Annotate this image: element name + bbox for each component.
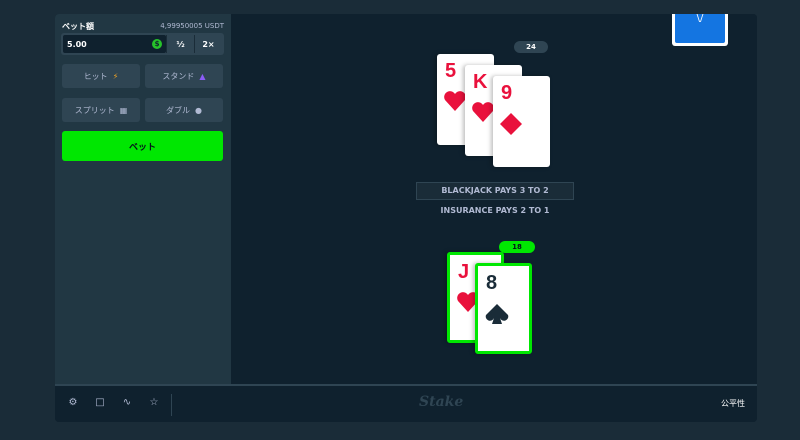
card-deck: \/: [672, 14, 728, 46]
double-down-button[interactable]: ダブル ●: [145, 98, 223, 122]
currency-icon: $: [152, 39, 162, 49]
card-rank: 8: [486, 272, 498, 294]
place-bet-button[interactable]: ベット: [62, 131, 223, 161]
card-rank: 9: [501, 82, 513, 104]
fairness-link[interactable]: 公平性: [721, 398, 745, 409]
hit-label: ヒット: [83, 71, 108, 81]
card-rank: K: [473, 71, 488, 93]
bet-amount-header: ベット額 4,99950005 USDT: [62, 20, 224, 32]
footer-divider: [171, 394, 172, 416]
bet-amount-row: 5.00 $ ½ 2×: [61, 33, 224, 55]
blackjack-payout-banner: BLACKJACK PAYS 3 TO 2: [416, 182, 574, 200]
split-icon: ▦: [119, 105, 128, 115]
player-card-2: 8: [475, 263, 532, 354]
double-down-label: ダブル: [166, 105, 190, 115]
heart-icon: [444, 91, 466, 111]
bet-sidebar: ベット額 4,99950005 USDT 5.00 $ ½ 2× ヒット ⚡ ス…: [55, 14, 231, 384]
spade-icon: [485, 304, 509, 324]
insurance-payout-text: INSURANCE PAYS 2 TO 1: [440, 206, 550, 215]
hit-icon: ⚡: [112, 71, 119, 81]
stats-icon[interactable]: ∿: [121, 396, 133, 410]
dealer-card-3: 9: [493, 76, 550, 167]
double-icon: ●: [195, 105, 202, 115]
stand-button[interactable]: スタンド ▲: [145, 64, 223, 88]
deck-back: \/: [675, 14, 725, 43]
game-board: \/ 5 K 9 24 BLACKJACK PAYS 3 TO 2 INSURA…: [231, 14, 757, 384]
diamond-icon: [500, 113, 522, 135]
dealer-total-badge: 24: [514, 41, 548, 53]
card-rank: 5: [445, 60, 457, 82]
footer-icon-bar: ⚙ □ ∿ ☆: [67, 396, 160, 410]
card-rank: J: [458, 261, 470, 283]
hit-button[interactable]: ヒット ⚡: [62, 64, 140, 88]
double-bet-button[interactable]: 2×: [194, 35, 222, 53]
stake-logo: Stake: [419, 394, 464, 410]
theatre-icon[interactable]: □: [94, 396, 106, 410]
star-icon[interactable]: ☆: [148, 396, 160, 410]
split-button[interactable]: スプリット ▦: [62, 98, 140, 122]
game-frame: ベット額 4,99950005 USDT 5.00 $ ½ 2× ヒット ⚡ ス…: [55, 14, 757, 422]
balance-value: 4,99950005 USDT: [160, 22, 224, 30]
split-label: スプリット: [74, 105, 115, 115]
game-footer: ⚙ □ ∿ ☆ Stake 公平性: [55, 384, 757, 422]
heart-icon: [472, 102, 494, 122]
player-total-badge: 18: [499, 241, 535, 253]
bet-amount-value: 5.00: [67, 39, 87, 49]
bet-amount-label: ベット額: [62, 21, 94, 31]
half-bet-button[interactable]: ½: [166, 35, 194, 53]
gear-icon[interactable]: ⚙: [67, 396, 79, 410]
bet-amount-input[interactable]: 5.00 $: [63, 35, 166, 53]
stand-label: スタンド: [162, 71, 195, 81]
stand-icon: ▲: [199, 71, 206, 81]
